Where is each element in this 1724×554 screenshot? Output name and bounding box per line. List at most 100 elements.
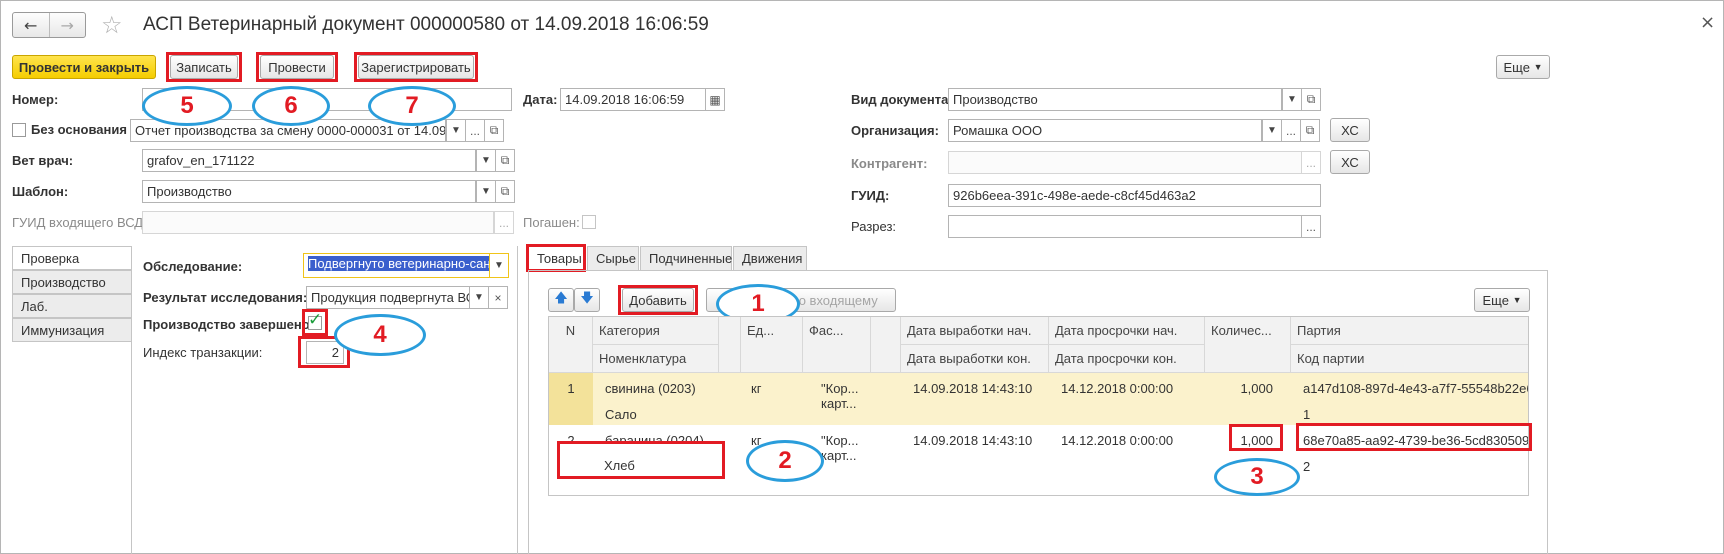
tab-production[interactable]: Производство (12, 270, 132, 294)
vet-dropdown[interactable]: ▼ (476, 149, 496, 172)
highlight-goods-tab (526, 244, 586, 272)
highlight-row2-category (557, 441, 725, 479)
col-batch[interactable]: Партия (1291, 317, 1528, 345)
move-down-icon[interactable]: 🡇 (574, 288, 600, 312)
row1-unit[interactable]: кг (745, 377, 801, 400)
annotation-6: 6 (252, 86, 330, 126)
counterparty-field[interactable] (948, 151, 1302, 174)
row1-batch[interactable]: a147d108-897d-4e43-a7f7-55548b22e60b (1297, 377, 1528, 400)
inspection-field[interactable]: Подвергнуто ветеринарно-санитарной экспе… (303, 253, 491, 278)
col-spacer-1 (719, 317, 741, 373)
doc-type-dropdown[interactable]: ▼ (1282, 88, 1302, 111)
annotation-7: 7 (368, 86, 456, 126)
col-batch-code[interactable]: Код партии (1291, 345, 1528, 373)
row2-batch-code[interactable]: 2 (1297, 455, 1528, 478)
row1-nomenclature[interactable]: Сало (599, 403, 719, 426)
section-select-button[interactable]: ... (1301, 215, 1321, 238)
doc-type-open-icon[interactable]: ⧉ (1301, 88, 1321, 111)
col-expiry-end[interactable]: Дата просрочки кон. (1049, 345, 1205, 373)
tab-immunization[interactable]: Иммунизация (12, 318, 132, 342)
vet-label: Вет врач: (12, 153, 74, 168)
incoming-guid-select-button[interactable]: ... (494, 211, 514, 234)
no-basis-checkbox[interactable] (12, 123, 26, 137)
tab-raw[interactable]: Сырье (587, 246, 639, 271)
inspection-value: Подвергнуто ветеринарно-санитарной экспе… (308, 256, 490, 271)
basis-select-button[interactable]: ... (465, 119, 485, 142)
col-n[interactable]: N (549, 317, 593, 373)
org-xc-button[interactable]: ХС (1330, 118, 1370, 142)
row1-category[interactable]: свинина (0203) (599, 377, 719, 400)
counterparty-label: Контрагент: (851, 156, 928, 171)
guid-field[interactable]: 926b6eea-391c-498e-aede-c8cf45d463a2 (948, 184, 1321, 207)
section-label: Разрез: (851, 219, 897, 234)
no-basis-label: Без основания (31, 122, 127, 137)
template-label: Шаблон: (12, 184, 69, 199)
annotation-2: 2 (746, 440, 824, 482)
template-field[interactable]: Производство (142, 180, 476, 203)
close-icon[interactable]: × (1700, 12, 1715, 33)
forward-icon[interactable]: → (48, 13, 86, 37)
row2-nomenclature-overlay: Хлеб (604, 458, 635, 473)
repaid-label: Погашен: (523, 215, 580, 230)
col-unit[interactable]: Ед... (741, 317, 803, 373)
doc-type-field[interactable]: Производство (948, 88, 1282, 111)
doc-type-label: Вид документа: (851, 92, 953, 107)
row1-prod-start[interactable]: 14.09.2018 14:43:10 (907, 377, 1051, 400)
inspection-label: Обследование: (143, 259, 243, 274)
chevron-down-icon: ▼ (1512, 295, 1522, 305)
col-expiry-start[interactable]: Дата просрочки нач. (1049, 317, 1205, 345)
col-packaging[interactable]: Фас... (803, 317, 871, 373)
row1-n[interactable]: 1 (549, 377, 593, 400)
move-up-icon[interactable]: 🡅 (548, 288, 574, 312)
col-prod-start[interactable]: Дата выработки нач. (901, 317, 1049, 345)
row1-expiry-start[interactable]: 14.12.2018 0:00:00 (1055, 377, 1205, 400)
org-field[interactable]: Ромашка ООО (948, 119, 1262, 142)
highlight-post (256, 52, 338, 82)
result-field[interactable]: Продукция подвергнута ВСЭ (306, 286, 470, 309)
col-prod-end[interactable]: Дата выработки кон. (901, 345, 1049, 373)
vet-open-icon[interactable]: ⧉ (495, 149, 515, 172)
col-nomenclature[interactable]: Номенклатура (593, 345, 719, 373)
row2-expiry-start[interactable]: 14.12.2018 0:00:00 (1055, 429, 1205, 452)
incoming-guid-field[interactable] (142, 211, 494, 234)
row2-prod-start[interactable]: 14.09.2018 14:43:10 (907, 429, 1051, 452)
page-title: АСП Ветеринарный документ 000000580 от 1… (143, 14, 709, 35)
tab-lab-research[interactable]: Лаб. исследования (12, 294, 132, 329)
highlight-production-done (302, 309, 328, 336)
org-select-button[interactable]: ... (1281, 119, 1301, 142)
more-button[interactable]: Еще ▼ (1496, 55, 1550, 79)
vet-field[interactable]: grafov_en_171122 (142, 149, 476, 172)
tab-check[interactable]: Проверка (12, 246, 132, 270)
section-field[interactable] (948, 215, 1302, 238)
goods-more-button[interactable]: Еще ▼ (1474, 288, 1530, 312)
back-icon[interactable]: ← (13, 13, 49, 37)
col-category[interactable]: Категория (593, 317, 719, 345)
highlight-save (166, 52, 242, 82)
col-quantity[interactable]: Количес... (1205, 317, 1291, 373)
org-dropdown[interactable]: ▼ (1262, 119, 1282, 142)
org-open-icon[interactable]: ⧉ (1300, 119, 1320, 142)
post-and-close-button[interactable]: Провести и закрыть (12, 55, 156, 79)
calendar-icon[interactable]: ▦ (705, 88, 725, 111)
tab-subordinate[interactable]: Подчиненные (640, 246, 732, 271)
repaid-checkbox[interactable] (582, 215, 596, 229)
tab-movements[interactable]: Движения (733, 246, 807, 271)
inspection-dropdown[interactable]: ▼ (489, 253, 509, 278)
date-field[interactable]: 14.09.2018 16:06:59 (560, 88, 706, 111)
annotation-3: 3 (1214, 458, 1300, 496)
basis-dropdown[interactable]: ▼ (446, 119, 466, 142)
transaction-label: Индекс транзакции: (143, 345, 263, 360)
row1-packaging[interactable]: "Кор... карт... (815, 377, 869, 415)
result-dropdown[interactable]: ▼ (469, 286, 489, 309)
incoming-guid-label: ГУИД входящего ВСД: (12, 215, 147, 230)
counterparty-xc-button[interactable]: ХС (1330, 150, 1370, 174)
result-clear-icon[interactable]: × (488, 286, 508, 309)
star-icon[interactable]: ☆ (101, 11, 123, 39)
row1-quantity[interactable]: 1,000 (1205, 377, 1279, 400)
org-label: Организация: (851, 123, 939, 138)
counterparty-select-button[interactable]: ... (1301, 151, 1321, 174)
basis-open-icon[interactable]: ⧉ (484, 119, 504, 142)
template-dropdown[interactable]: ▼ (476, 180, 496, 203)
template-open-icon[interactable]: ⧉ (495, 180, 515, 203)
number-label: Номер: (12, 92, 59, 107)
